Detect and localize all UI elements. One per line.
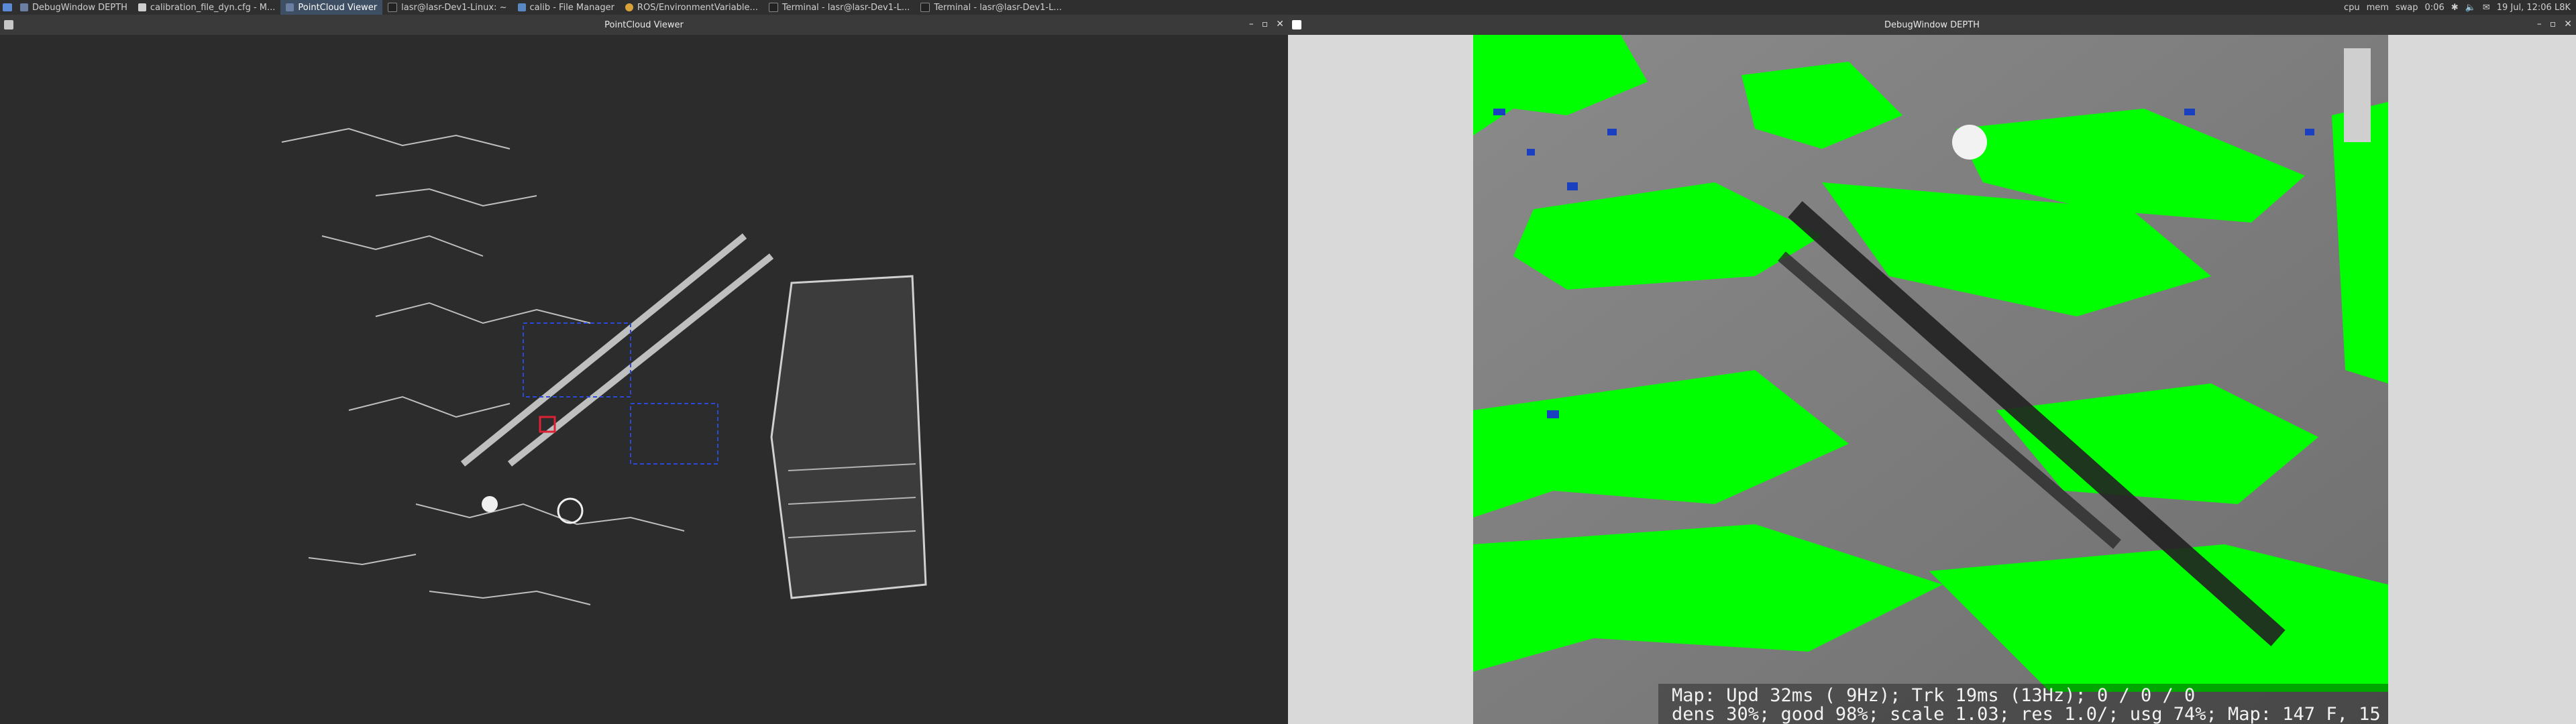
window-titlebar[interactable]: DebugWindow DEPTH – ▫ ✕ (1288, 15, 2576, 35)
overlay-line-1: Map: Upd 32ms ( 9Hz); Trk 19ms (13Hz); 0… (1672, 685, 2196, 706)
maximize-icon[interactable]: ▫ (1262, 19, 1269, 29)
window-icon (20, 3, 28, 11)
maximize-icon[interactable]: ▫ (2550, 19, 2557, 29)
window-icon (286, 3, 294, 11)
window-icon (4, 20, 13, 29)
window-title: PointCloud Viewer (604, 19, 684, 30)
pointcloud-render (281, 127, 927, 605)
terminal-icon (920, 3, 930, 12)
browser-icon (625, 3, 633, 11)
bluetooth-icon[interactable]: ✱ (2451, 3, 2459, 13)
taskbar-item[interactable]: ROS/EnvironmentVariable... (620, 0, 763, 15)
folder-icon (517, 3, 526, 11)
taskbar-item[interactable]: DebugWindow DEPTH (15, 0, 133, 15)
taskbar: DebugWindow DEPTH calibration_file_dyn.c… (0, 0, 2576, 15)
app-menu-icon (3, 3, 12, 11)
close-icon[interactable]: ✕ (2564, 19, 2572, 29)
taskbar-item-label: Terminal - lasr@lasr-Dev1-L... (782, 2, 910, 13)
taskbar-item[interactable]: Terminal - lasr@lasr-Dev1-L... (763, 0, 915, 15)
taskbar-item-label: calib - File Manager (529, 2, 614, 13)
window-titlebar[interactable]: PointCloud Viewer – ▫ ✕ (0, 15, 1288, 35)
window-icon (1292, 20, 1301, 29)
minimize-icon[interactable]: – (2537, 19, 2542, 29)
taskbar-item[interactable]: lasr@lasr-Dev1-Linux: ~ (382, 0, 512, 15)
start-menu-button[interactable] (0, 0, 15, 15)
minimize-icon[interactable]: – (1249, 19, 1254, 29)
clock[interactable]: 19 Jul, 12:06 L8K (2497, 3, 2571, 13)
pointcloud-3d-view[interactable] (0, 35, 1288, 724)
taskbar-item-label: Terminal - lasr@lasr-Dev1-L... (934, 2, 1062, 13)
taskbar-item-label: PointCloud Viewer (298, 2, 378, 13)
swap-monitor[interactable]: swap (2396, 3, 2418, 13)
terminal-icon (768, 3, 778, 12)
depth-image-view[interactable]: Map: Upd 32ms ( 9Hz); Trk 19ms (13Hz); 0… (1473, 35, 2388, 724)
taskbar-item-label: ROS/EnvironmentVariable... (637, 2, 758, 13)
debug-depth-window: DebugWindow DEPTH – ▫ ✕ Map: Upd 32ms (… (1288, 15, 2576, 724)
overlay-line-2: dens 30%; good 98%; scale 1.03; res 1.0/… (1672, 704, 2388, 724)
terminal-icon (388, 3, 398, 12)
mem-monitor[interactable]: mem (2367, 3, 2389, 13)
taskbar-item[interactable]: PointCloud Viewer (280, 0, 383, 15)
depth-overlay-render (1473, 35, 2388, 724)
volume-icon[interactable]: 🔈 (2465, 3, 2476, 13)
system-tray: cpu mem swap 0:06 ✱ 🔈 ✉ 19 Jul, 12:06 L8… (2344, 0, 2576, 15)
close-icon[interactable]: ✕ (1276, 19, 1284, 29)
taskbar-item-label: lasr@lasr-Dev1-Linux: ~ (401, 2, 507, 13)
tracking-stats-overlay: Map: Upd 32ms ( 9Hz); Trk 19ms (13Hz); 0… (1658, 684, 2388, 724)
taskbar-item[interactable]: Terminal - lasr@lasr-Dev1-L... (915, 0, 1067, 15)
taskbar-item[interactable]: calib - File Manager (513, 0, 620, 15)
uptime-label: 0:06 (2424, 2, 2445, 13)
taskbar-item[interactable]: calibration_file_dyn.cfg - M... (133, 0, 280, 15)
mail-icon[interactable]: ✉ (2483, 3, 2490, 13)
taskbar-item-label: DebugWindow DEPTH (32, 2, 127, 13)
cpu-monitor[interactable]: cpu (2344, 3, 2360, 13)
editor-icon (138, 3, 146, 11)
pointcloud-viewer-window: PointCloud Viewer – ▫ ✕ (0, 15, 1288, 724)
window-title: DebugWindow DEPTH (1884, 19, 1980, 30)
taskbar-item-label: calibration_file_dyn.cfg - M... (150, 2, 276, 13)
